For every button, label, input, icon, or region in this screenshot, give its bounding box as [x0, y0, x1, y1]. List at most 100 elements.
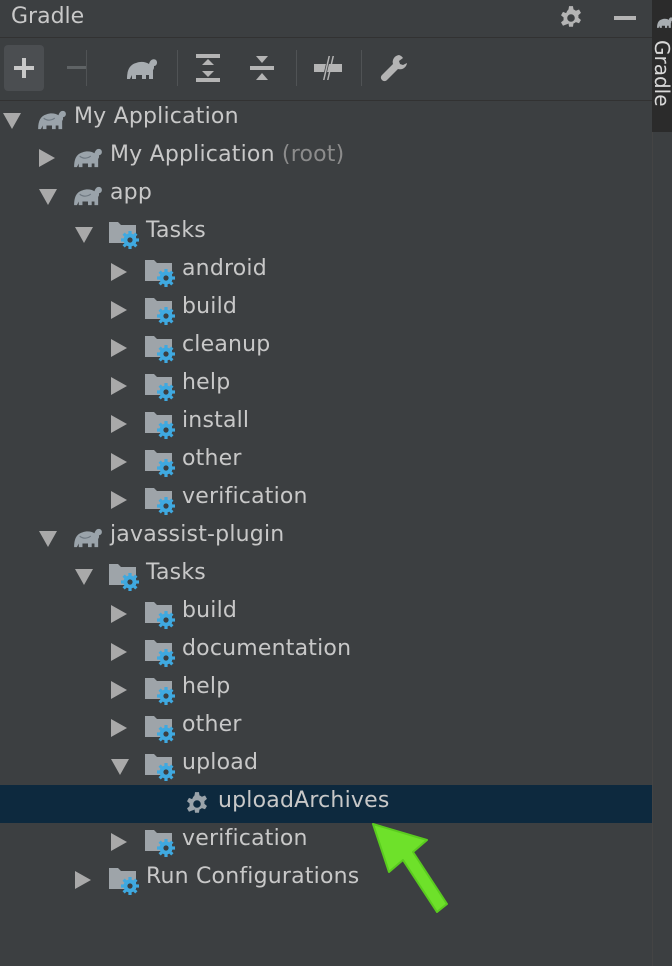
tree-item-name: install	[182, 408, 250, 433]
tree-item-name: Tasks	[146, 560, 206, 585]
expand-arrow-icon[interactable]	[111, 681, 127, 699]
expand-arrow-icon[interactable]	[111, 415, 127, 433]
collapse-arrow-icon[interactable]	[3, 113, 21, 129]
tree-item-label: other	[182, 712, 242, 737]
execute-task-button[interactable]	[122, 45, 162, 91]
tree-item-name: help	[182, 370, 231, 395]
tree-item[interactable]: upload	[0, 747, 652, 785]
task-folder-icon	[144, 409, 175, 439]
elephant-icon	[657, 17, 672, 28]
tree-item[interactable]: cleanup	[0, 329, 652, 367]
tool-window-title: Gradle	[11, 4, 85, 29]
tree-item[interactable]: install	[0, 405, 652, 443]
tree-item-label: build	[182, 294, 237, 319]
tree-item[interactable]: documentation	[0, 633, 652, 671]
side-tab-label: Gradle	[650, 40, 672, 107]
tree-item-name: android	[182, 256, 267, 281]
task-folder-icon	[144, 713, 175, 743]
tree-item-name: Tasks	[146, 218, 206, 243]
tree-item-label: Tasks	[146, 560, 206, 585]
task-gear-icon	[184, 791, 212, 817]
gradle-elephant-icon	[72, 183, 102, 209]
tree-item-suffix: (root)	[274, 142, 345, 167]
tree-item[interactable]: My Application	[0, 101, 652, 139]
collapse-arrow-icon[interactable]	[75, 569, 93, 585]
gear-icon	[561, 6, 581, 27]
tree-item[interactable]: My Application (root)	[0, 139, 652, 177]
tree-item[interactable]: verification	[0, 481, 652, 519]
task-folder-icon	[144, 447, 175, 477]
tree-item[interactable]: other	[0, 709, 652, 747]
expand-arrow-icon[interactable]	[111, 643, 127, 661]
collapse-arrow-icon[interactable]	[39, 189, 57, 205]
expand-arrow-icon[interactable]	[111, 833, 127, 851]
tree-item-name: other	[182, 446, 242, 471]
tree-item-name: javassist-plugin	[110, 522, 285, 547]
plus-icon	[14, 58, 34, 78]
tree-item-label: cleanup	[182, 332, 270, 357]
tree-item-label: android	[182, 256, 267, 281]
minimize-button[interactable]	[610, 3, 640, 33]
task-folder-icon	[144, 675, 175, 705]
expand-all-button[interactable]	[188, 45, 228, 91]
tree-item[interactable]: android	[0, 253, 652, 291]
collapse-arrow-icon[interactable]	[75, 227, 93, 243]
tree-item[interactable]: build	[0, 595, 652, 633]
tree-item[interactable]: Tasks	[0, 215, 652, 253]
tree-item-name: My Application	[110, 142, 275, 167]
tree-item[interactable]: javassist-plugin	[0, 519, 652, 557]
settings-button[interactable]	[556, 3, 586, 33]
tree-item-label: My Application	[74, 104, 239, 129]
collapse-arrow-icon[interactable]	[111, 759, 129, 775]
expand-arrow-icon[interactable]	[39, 149, 55, 167]
toolbar-separator	[177, 50, 178, 86]
tree-item-name: help	[182, 674, 231, 699]
unlink-project-button[interactable]	[57, 45, 97, 91]
tree-item[interactable]: Run Configurations	[0, 861, 652, 899]
expand-arrow-icon[interactable]	[111, 719, 127, 737]
tree-item[interactable]: app	[0, 177, 652, 215]
tree-item-label: install	[182, 408, 249, 433]
tree-item-name: documentation	[182, 636, 352, 661]
tree-item-label: help	[182, 674, 230, 699]
tree-item[interactable]: uploadArchives	[0, 785, 652, 823]
task-folder-icon	[108, 219, 139, 249]
offline-icon	[314, 55, 342, 81]
tree-item-label: Tasks	[146, 218, 206, 243]
side-strip	[652, 132, 672, 966]
expand-arrow-icon[interactable]	[111, 301, 127, 319]
offline-mode-button[interactable]	[308, 45, 348, 91]
expand-arrow-icon[interactable]	[75, 871, 91, 889]
expand-arrow-icon[interactable]	[111, 263, 127, 281]
task-folder-icon	[108, 561, 139, 591]
expand-arrow-icon[interactable]	[111, 491, 127, 509]
tree-item[interactable]: build	[0, 291, 652, 329]
tool-window-header: Gradle	[0, 0, 652, 38]
gradle-elephant-icon	[72, 525, 102, 551]
link-project-button[interactable]	[4, 45, 44, 91]
tree-item-label: documentation	[182, 636, 351, 661]
tree-item[interactable]: other	[0, 443, 652, 481]
collapse-all-button[interactable]	[242, 45, 282, 91]
tree-item[interactable]: verification	[0, 823, 652, 861]
tree-item-name: build	[182, 598, 238, 623]
task-folder-icon	[144, 751, 175, 781]
tree-item[interactable]: help	[0, 367, 652, 405]
task-folder-icon	[144, 371, 175, 401]
tree-item-label: javassist-plugin	[110, 522, 284, 547]
expand-arrow-icon[interactable]	[111, 453, 127, 471]
tree-item[interactable]: help	[0, 671, 652, 709]
gradle-settings-button[interactable]	[374, 45, 414, 91]
collapse-arrow-icon[interactable]	[39, 531, 57, 547]
tree-item[interactable]: Tasks	[0, 557, 652, 595]
side-tab-gradle[interactable]: Gradle	[650, 0, 672, 132]
minus-icon	[67, 66, 87, 69]
tree-item-label: other	[182, 446, 242, 471]
task-folder-icon	[144, 599, 175, 629]
expand-arrow-icon[interactable]	[111, 339, 127, 357]
tree-item-name: build	[182, 294, 238, 319]
expand-arrow-icon[interactable]	[111, 377, 127, 395]
annotation-arrow	[372, 823, 448, 913]
expand-arrow-icon[interactable]	[111, 605, 127, 623]
tree-item-label: uploadArchives	[218, 788, 390, 813]
